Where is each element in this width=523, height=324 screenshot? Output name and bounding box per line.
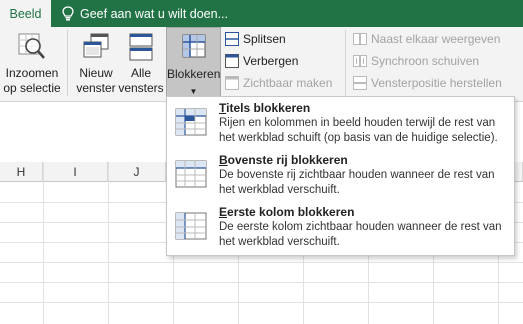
sync-scroll-icon (353, 55, 367, 67)
freeze-top-row-icon (175, 160, 207, 188)
arrange-all-button[interactable]: Alle vensters (117, 27, 165, 99)
freeze-panes-menu: Titels blokkeren Rijen en kolommen in be… (166, 96, 515, 256)
new-window-label-line2: venster (76, 81, 116, 95)
ribbon-separator (67, 30, 68, 96)
split-button[interactable]: Splitsen (225, 29, 286, 49)
grid-line (108, 162, 109, 324)
new-window-label-line1: Nieuw (79, 66, 113, 80)
hide-button[interactable]: Verbergen (225, 51, 298, 71)
column-header-j[interactable]: J (108, 162, 166, 182)
menu-item-title: Eerste kolom blokkeren (219, 205, 355, 219)
reset-window-position-button: Vensterpositie herstellen (353, 73, 502, 93)
reset-position-label: Vensterpositie herstellen (371, 76, 502, 90)
grid-line (0, 302, 523, 303)
column-header-h[interactable]: H (0, 162, 43, 182)
menu-item-description: De eerste kolom zichtbaar houden wanneer… (219, 221, 502, 248)
hide-label: Verbergen (243, 54, 299, 68)
unhide-button: Zichtbaar maken (225, 73, 332, 93)
arrange-all-label-line1: Alle (130, 66, 151, 80)
zoom-to-selection-button[interactable]: Inzoomen op selectie (2, 27, 62, 99)
sync-scroll-label: Synchroon schuiven (371, 54, 480, 68)
freeze-panes-button[interactable]: Blokkeren ▼ (166, 27, 221, 99)
side-by-side-icon (353, 33, 367, 45)
menu-item-title: Bovenste rij blokkeren (219, 153, 348, 167)
ribbon-tab-bar: Beeld Geef aan wat u wilt doen... (0, 0, 523, 27)
zoom-selection-icon (18, 33, 45, 59)
hide-window-icon (225, 54, 239, 68)
tab-beeld[interactable]: Beeld (0, 0, 51, 27)
menu-item-freeze-panes[interactable]: Titels blokkeren Rijen en kolommen in be… (167, 98, 514, 149)
menu-item-title: Titels blokkeren (219, 101, 311, 115)
new-window-icon (83, 33, 109, 58)
menu-item-freeze-first-column[interactable]: Eerste kolom blokkeren De eerste kolom z… (167, 202, 514, 253)
column-header-i[interactable]: I (43, 162, 108, 182)
view-side-by-side-button: Naast elkaar weergeven (353, 29, 500, 49)
menu-item-freeze-top-row[interactable]: Bovenste rij blokkeren De bovenste rij z… (167, 150, 514, 201)
menu-item-description: De bovenste rij zichtbaar houden wanneer… (219, 169, 495, 196)
split-icon (225, 32, 239, 46)
new-window-button[interactable]: Nieuw venster (73, 27, 119, 99)
freeze-panes-label: Blokkeren (167, 67, 221, 81)
freeze-panes-icon (175, 108, 207, 136)
reset-position-icon (353, 76, 367, 90)
arrange-all-label-line2: vensters (118, 81, 164, 95)
freeze-first-column-icon (175, 212, 207, 240)
zoom-label-line2: op selectie (3, 81, 61, 95)
ribbon: Inzoomen op selectie Nieuw venster Alle … (0, 27, 523, 102)
synchronous-scrolling-button: Synchroon schuiven (353, 51, 479, 71)
lightbulb-icon (62, 6, 74, 21)
unhide-window-icon (225, 76, 239, 90)
tell-me-search[interactable]: Geef aan wat u wilt doen... (62, 0, 228, 27)
tell-me-text: Geef aan wat u wilt doen... (80, 6, 229, 21)
split-label: Splitsen (243, 32, 286, 46)
side-by-side-label: Naast elkaar weergeven (371, 32, 501, 46)
menu-item-description: Rijen en kolommen in beeld houden terwij… (219, 117, 498, 144)
arrange-all-icon (129, 33, 153, 61)
unhide-label: Zichtbaar maken (243, 76, 333, 90)
grid-line (43, 162, 44, 324)
freeze-panes-icon (182, 34, 205, 58)
grid-line (0, 262, 523, 263)
grid-line (0, 282, 523, 283)
ribbon-separator (345, 30, 346, 96)
zoom-label-line1: Inzoomen (5, 66, 59, 80)
